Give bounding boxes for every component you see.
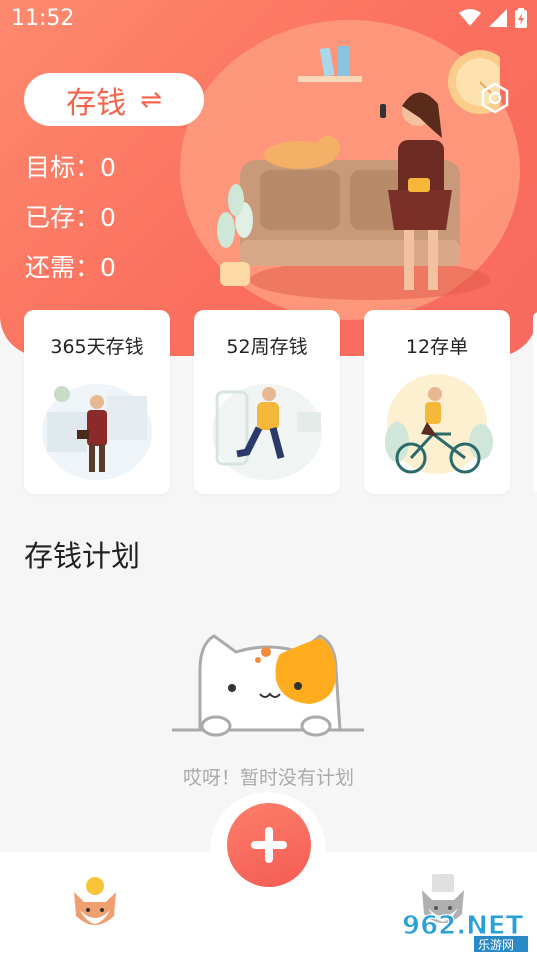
- settings-gear-icon[interactable]: [480, 82, 510, 114]
- stat-remaining: 还需：0: [25, 253, 116, 282]
- battery-icon: [515, 8, 527, 28]
- plus-icon: [251, 827, 287, 863]
- plan-card-365-days[interactable]: 365天存钱: [24, 310, 170, 494]
- savings-stats: 目标：0 已存：0 还需：0: [25, 150, 116, 300]
- plan-card-label: 52周存钱: [226, 336, 308, 358]
- status-time: 11:52: [11, 6, 75, 31]
- status-bar: 11:52: [0, 0, 537, 38]
- plan-cards: 365天存钱 52周存钱 12存单: [24, 310, 510, 494]
- watermark-sub: 乐游网: [478, 938, 514, 952]
- running-man-illustration: [212, 384, 322, 480]
- section-title: 存钱计划: [24, 539, 141, 573]
- wifi-icon: [459, 9, 481, 26]
- stat-target: 目标：0: [25, 153, 116, 182]
- stat-saved: 已存：0: [25, 203, 116, 232]
- swap-arrows-icon: ⇌: [140, 84, 162, 115]
- businessman-illustration: [42, 384, 152, 480]
- mode-switch-button[interactable]: 存钱 ⇌: [24, 73, 204, 126]
- mode-label: 存钱: [66, 85, 127, 121]
- header-banner: 11:52 存钱 ⇌ 目标：0 已存：0 还需：0: [0, 0, 537, 356]
- plan-card-52-weeks[interactable]: 52周存钱: [194, 310, 340, 494]
- plan-card-12-deposits[interactable]: 12存单: [364, 310, 510, 494]
- nav-fox-coin-icon[interactable]: [70, 876, 120, 930]
- header-illustration: [217, 46, 500, 300]
- signal-icon: [489, 9, 507, 27]
- plan-card-label: 365天存钱: [50, 336, 144, 358]
- watermark-logo: 962.NET 乐游网: [402, 911, 528, 952]
- add-plan-button[interactable]: [227, 803, 311, 887]
- plan-card-label: 12存单: [405, 336, 469, 358]
- cyclist-illustration: [385, 374, 493, 474]
- empty-state-text: 哎呀！暂时没有计划: [182, 767, 354, 789]
- plan-card-partial[interactable]: [533, 312, 537, 492]
- empty-cat-icon: [172, 634, 364, 737]
